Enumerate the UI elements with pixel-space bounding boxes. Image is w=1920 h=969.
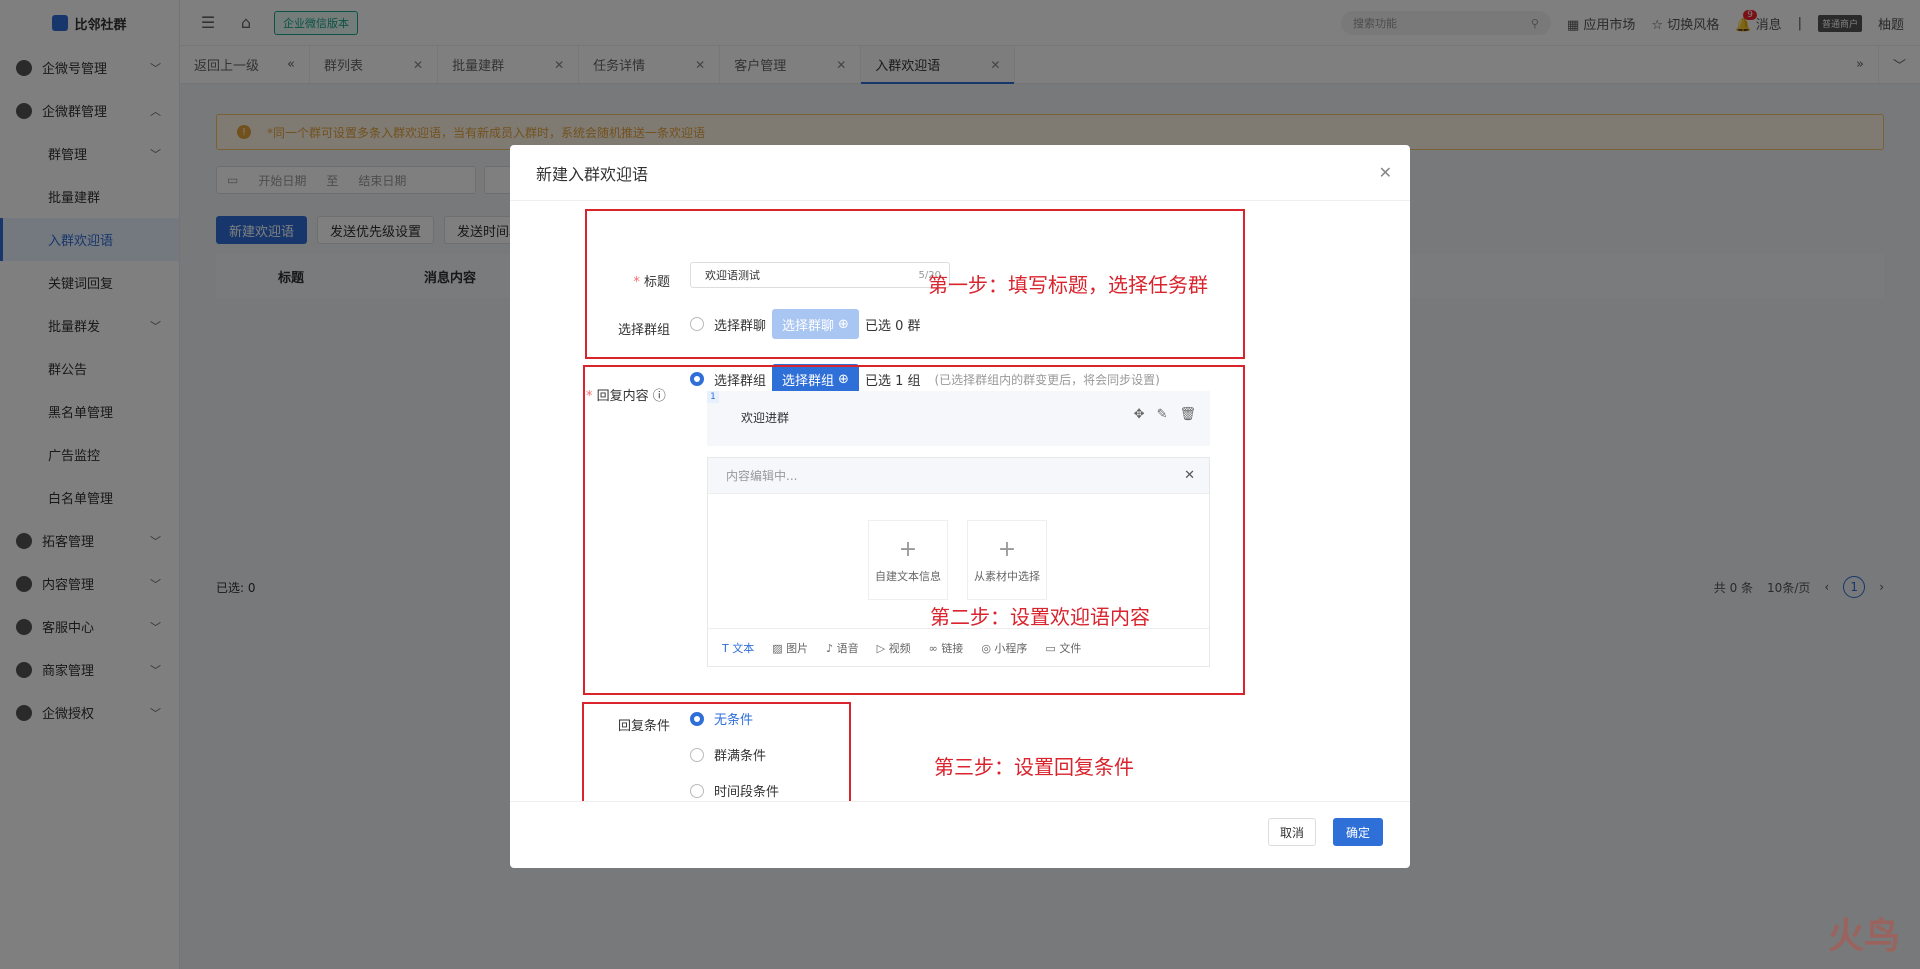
tool-voice[interactable]: ♪ 语音 [826, 640, 859, 656]
reply-item-2: 2 内容编辑中...✕ +自建文本信息 +从素材中选择 T 文本 ▨ 图片 ♪ … [707, 457, 1210, 667]
title-value: 欢迎语测试 [705, 269, 760, 282]
plus-icon: + [997, 536, 1017, 562]
modal-title: 新建入群欢迎语 [536, 164, 649, 184]
reply-label: * 回复内容 ⓘ [586, 389, 666, 404]
plus-icon: + [898, 536, 918, 562]
title-input[interactable]: 欢迎语测试 5/20 [690, 262, 950, 288]
tool-label: 小程序 [994, 641, 1028, 655]
radio-chat[interactable] [690, 317, 704, 331]
tool-label: 文本 [732, 641, 755, 655]
content-type-toolbar: T 文本 ▨ 图片 ♪ 语音 ▷ 视频 ∞ 链接 ◎ 小程序 ▭ 文件 [708, 628, 1209, 666]
item-actions: ✥ ✎ 🗑 [1134, 407, 1196, 422]
modal-header: 新建入群欢迎语 ✕ [510, 145, 1410, 201]
cond-time-row: 时间段条件 [690, 781, 779, 800]
tool-link[interactable]: ∞ 链接 [929, 640, 964, 656]
cond-full-label: 群满条件 [714, 749, 767, 764]
edit-icon[interactable]: ✎ [1157, 407, 1168, 422]
tool-label: 链接 [941, 641, 964, 655]
tool-label: 视频 [888, 641, 911, 655]
cond-none-label: 无条件 [714, 713, 754, 728]
radio-cond-full[interactable] [690, 747, 704, 762]
editor-placeholder: 内容编辑中... [726, 469, 798, 483]
card-label: 从素材中选择 [974, 569, 1040, 583]
close-icon[interactable]: ✕ [1379, 163, 1392, 182]
image-icon: ▨ [772, 641, 783, 655]
modal-footer: 取消 确定 [510, 801, 1410, 868]
step2-annotation: 第二步：设置欢迎语内容 [930, 605, 1150, 629]
watermark-logo: 火鸟 [1827, 916, 1900, 957]
mic-icon: ♪ [826, 641, 834, 655]
btn-label: 选择群聊 [782, 318, 835, 334]
option-chat-row: 选择群聊 选择群聊 ⊕ 已选 0 群 [690, 309, 920, 339]
drag-handle-icon[interactable]: ✥ [1134, 407, 1145, 422]
cond-full-row: 群满条件 [690, 745, 766, 764]
title-label: * 标题 [633, 275, 670, 290]
folder-icon: ▭ [1045, 641, 1056, 655]
reply-item-1: 1 欢迎进群 ✥ ✎ 🗑 [707, 391, 1210, 446]
link-icon: ∞ [928, 641, 938, 655]
step1-annotation: 第一步：填写标题，选择任务群 [928, 273, 1208, 297]
cancel-button[interactable]: 取消 [1268, 818, 1316, 846]
tool-image[interactable]: ▨ 图片 [772, 640, 808, 656]
group-label: 选择群组 [617, 323, 670, 338]
item-text: 欢迎进群 [741, 411, 790, 425]
cond-none-row: 无条件 [690, 709, 753, 728]
video-icon: ▷ [876, 641, 886, 655]
select-chat-button[interactable]: 选择群聊 ⊕ [772, 309, 859, 339]
radio-cond-time[interactable] [690, 783, 704, 798]
card-label: 自建文本信息 [875, 569, 941, 583]
tool-text[interactable]: T 文本 [722, 640, 754, 656]
tool-video[interactable]: ▷ 视频 [877, 640, 911, 656]
editor-header: 内容编辑中... ✕ [708, 458, 1209, 494]
material-card[interactable]: + 从素材中选择 [967, 520, 1047, 600]
tool-label: 文件 [1059, 641, 1082, 655]
help-icon[interactable]: ⓘ [653, 389, 666, 404]
confirm-button[interactable]: 确定 [1333, 818, 1383, 846]
tool-miniapp[interactable]: ◎ 小程序 [981, 640, 1027, 656]
tool-file[interactable]: ▭ 文件 [1045, 640, 1081, 656]
tool-label: 语音 [836, 641, 859, 655]
plus-circle-icon: ⊕ [838, 316, 849, 332]
step3-annotation: 第三步：设置回复条件 [934, 755, 1134, 779]
option-chat-label: 选择群聊 [714, 318, 767, 334]
item-index: 1 [707, 391, 719, 403]
text-icon: T [722, 641, 729, 655]
label-text: 回复内容 [596, 389, 649, 404]
miniapp-icon: ◎ [981, 641, 991, 655]
trash-icon[interactable]: 🗑 [1179, 407, 1196, 422]
radio-cond-none[interactable] [690, 711, 704, 726]
chat-selected-count: 已选 0 群 [864, 318, 921, 334]
label-text: 标题 [643, 275, 670, 290]
new-welcome-modal: 新建入群欢迎语 ✕ * 标题 欢迎语测试 5/20 选择群组 选择群聊 选择群聊 ⊕… [510, 145, 1410, 868]
custom-text-card[interactable]: + 自建文本信息 [868, 520, 948, 600]
modal-body: * 标题 欢迎语测试 5/20 选择群组 选择群聊 选择群聊 ⊕ 已选 0 群 选择… [510, 201, 1410, 801]
tool-label: 图片 [786, 641, 809, 655]
close-icon[interactable]: ✕ [1184, 468, 1195, 483]
condition-label: 回复条件 [617, 719, 670, 734]
cond-time-label: 时间段条件 [714, 785, 780, 800]
